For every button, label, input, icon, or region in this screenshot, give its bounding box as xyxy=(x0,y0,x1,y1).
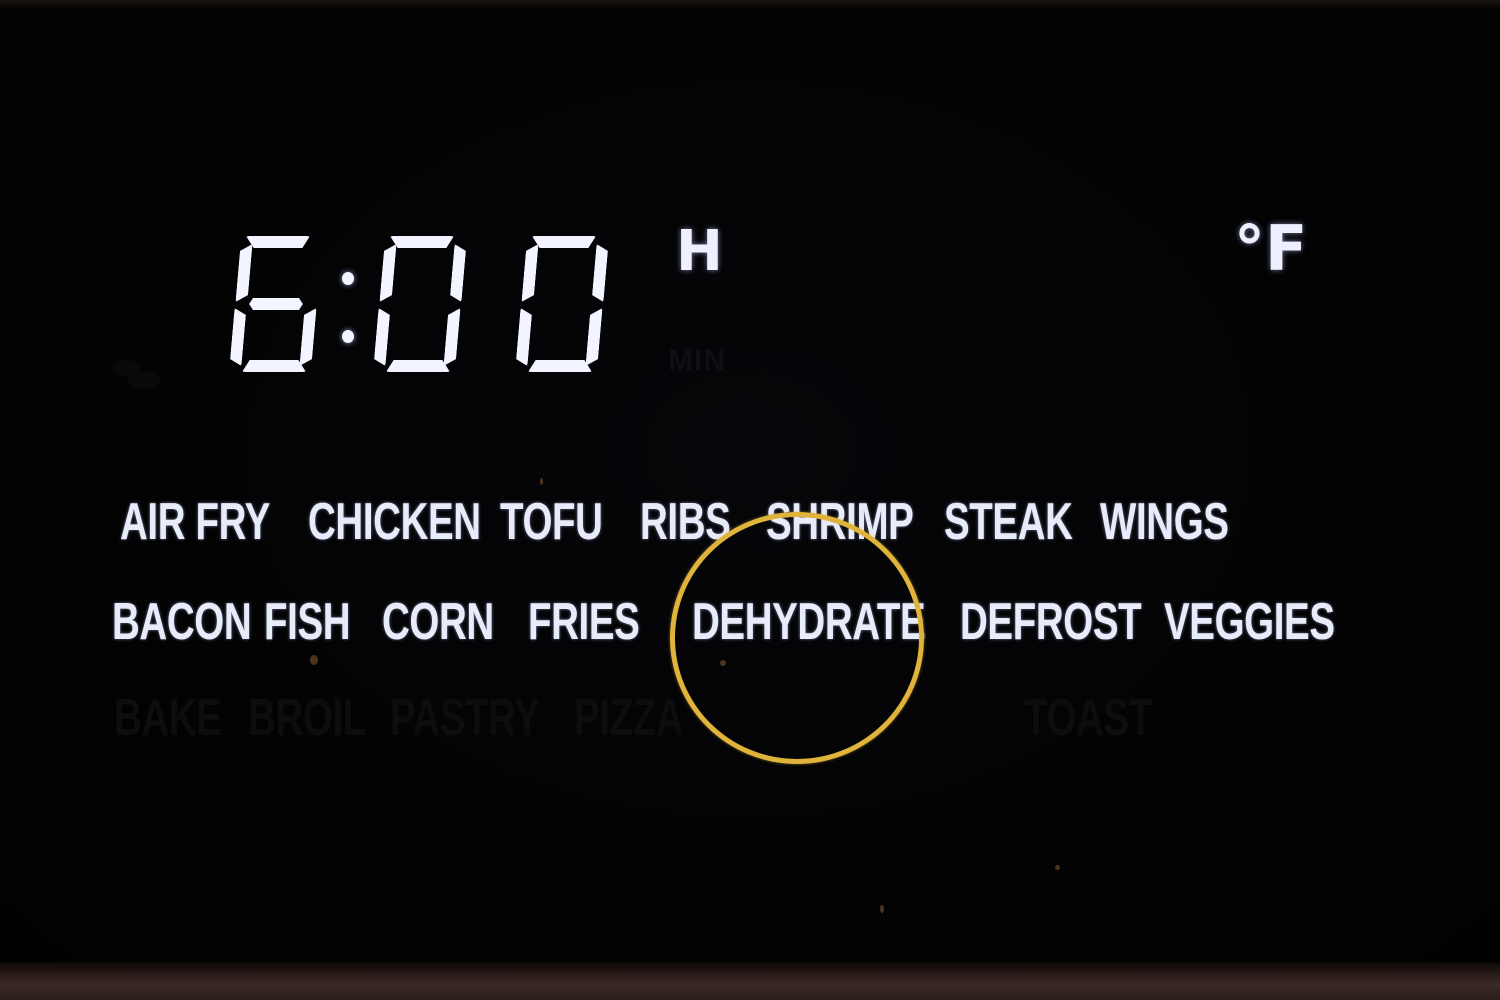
dust-speck xyxy=(720,660,726,666)
program-wings[interactable]: WINGS xyxy=(1100,492,1229,552)
program-tofu[interactable]: TOFU xyxy=(500,492,603,552)
segment-a xyxy=(390,236,454,248)
colon-dot-bottom xyxy=(342,330,354,343)
segment-e xyxy=(515,308,532,366)
segment-b xyxy=(449,244,466,302)
digit-hours xyxy=(232,236,324,372)
segment-b xyxy=(591,244,608,302)
segment-c xyxy=(299,308,316,366)
segment-f xyxy=(379,244,396,302)
program-toast[interactable]: TOAST xyxy=(1024,688,1152,748)
segment-d xyxy=(528,360,592,372)
fahrenheit-indicator: °F xyxy=(1234,212,1308,285)
segment-f xyxy=(235,244,252,302)
segment-a xyxy=(246,236,310,248)
program-chicken[interactable]: CHICKEN xyxy=(308,492,481,552)
segment-d xyxy=(386,360,450,372)
selected-program-highlight-ring xyxy=(670,512,924,764)
hours-unit-indicator: H xyxy=(676,219,723,284)
program-corn[interactable]: CORN xyxy=(382,592,494,652)
program-bake[interactable]: BAKE xyxy=(114,688,222,748)
segment-e xyxy=(373,308,390,366)
program-fish[interactable]: FISH xyxy=(264,592,351,652)
digit-minutes-tens xyxy=(376,236,468,372)
program-bacon[interactable]: BACON xyxy=(112,592,252,652)
dust-speck xyxy=(540,478,543,485)
colon-dot-top xyxy=(342,272,354,285)
dust-speck xyxy=(880,905,884,913)
panel-top-edge xyxy=(0,0,1500,10)
segment-c xyxy=(585,308,602,366)
fan-icon xyxy=(112,360,160,389)
dust-speck xyxy=(1055,865,1060,870)
segment-f xyxy=(521,244,538,302)
segment-d xyxy=(242,360,306,372)
segment-g xyxy=(249,298,303,310)
program-air-fry[interactable]: AIR FRY xyxy=(120,492,270,552)
program-broil[interactable]: BROIL xyxy=(248,688,366,748)
appliance-control-panel: H MIN °F AIR FRY CHICKEN TOFU RIBS SHRIM… xyxy=(0,0,1500,1000)
minutes-unit-indicator: MIN xyxy=(668,344,726,377)
segment-c xyxy=(443,308,460,366)
program-fries[interactable]: FRIES xyxy=(528,592,640,652)
panel-bottom-frame xyxy=(0,962,1500,1000)
program-veggies[interactable]: VEGGIES xyxy=(1164,592,1335,652)
dust-speck xyxy=(310,655,318,665)
program-defrost[interactable]: DEFROST xyxy=(960,592,1142,652)
time-display xyxy=(232,236,622,372)
segment-a xyxy=(532,236,596,248)
segment-e xyxy=(229,308,246,366)
digit-minutes-ones xyxy=(518,236,610,372)
program-pastry[interactable]: PASTRY xyxy=(390,688,540,748)
program-pizza[interactable]: PIZZA xyxy=(574,688,684,748)
program-steak[interactable]: STEAK xyxy=(944,492,1073,552)
